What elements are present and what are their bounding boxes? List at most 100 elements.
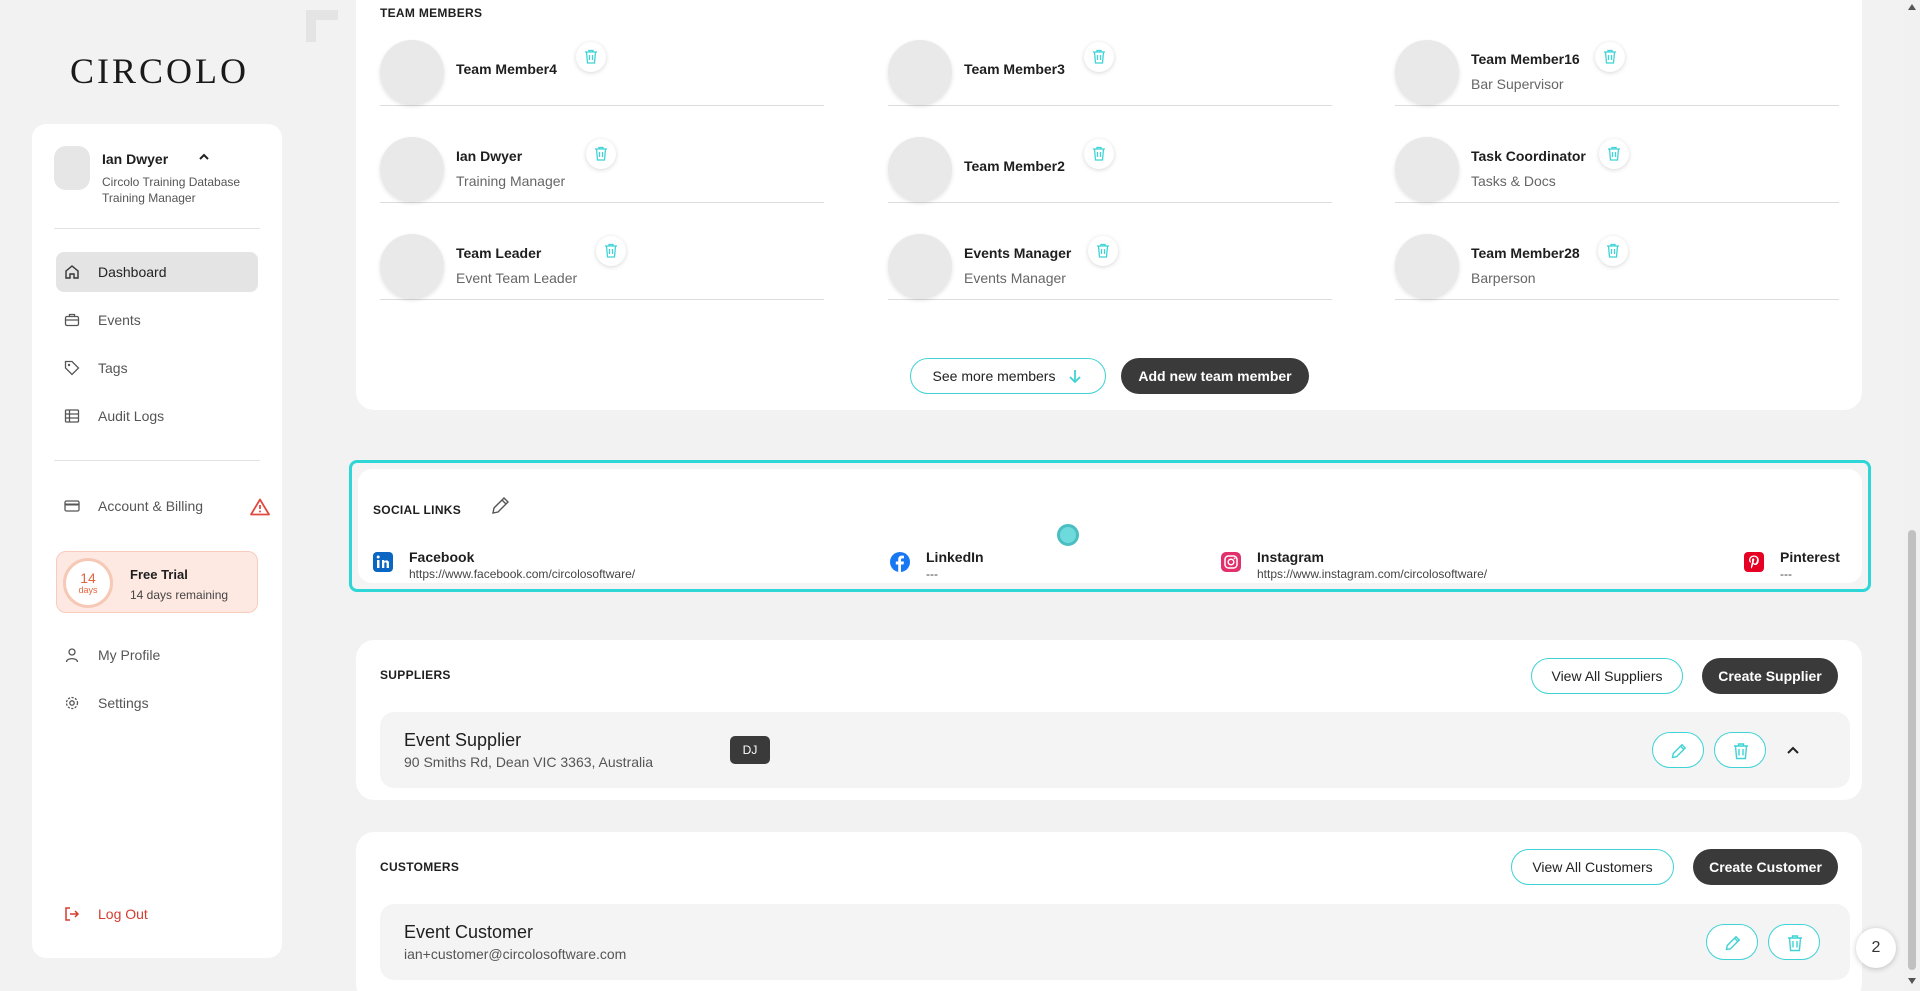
trash-icon xyxy=(1093,146,1105,161)
trash-icon xyxy=(1604,49,1616,64)
scroll-down-arrow[interactable] xyxy=(1908,978,1916,984)
delete-member-button[interactable] xyxy=(1084,139,1114,169)
avatar xyxy=(1395,137,1459,201)
avatar xyxy=(888,40,952,104)
supplier-name: Event Supplier xyxy=(404,730,522,750)
nav-events[interactable]: Events xyxy=(56,300,258,340)
member-name: Team Member3 xyxy=(964,61,1065,77)
member-role: Bar Supervisor xyxy=(1471,76,1564,92)
team-members-card: TEAM MEMBERS Team Member4 Team Member3 T… xyxy=(356,0,1862,410)
linkedin-icon xyxy=(373,552,393,572)
social-name: LinkedIn xyxy=(926,549,984,565)
trash-icon xyxy=(605,243,617,258)
edit-supplier-button[interactable] xyxy=(1652,732,1704,768)
delete-member-button[interactable] xyxy=(1599,139,1629,169)
nav-label: Settings xyxy=(98,695,149,711)
pencil-icon[interactable] xyxy=(489,495,511,517)
help-notification-button[interactable]: 2 xyxy=(1856,928,1896,968)
home-icon xyxy=(65,265,79,279)
avatar xyxy=(888,234,952,298)
avatar xyxy=(54,146,90,190)
scrollbar-thumb[interactable] xyxy=(1908,530,1916,970)
team-member-card[interactable]: Team Member2 xyxy=(888,123,1332,203)
nav-dashboard[interactable]: Dashboard xyxy=(56,252,258,292)
table-icon xyxy=(64,409,80,423)
team-member-card[interactable]: Team Member3 xyxy=(888,26,1332,106)
nav-my-profile[interactable]: My Profile xyxy=(56,635,258,675)
social-links-highlight: SOCIAL LINKS Facebook https://www.facebo… xyxy=(349,460,1871,592)
social-url: --- xyxy=(1780,567,1792,581)
trash-icon xyxy=(1734,743,1748,760)
team-member-card[interactable]: Team Member4 xyxy=(380,26,824,106)
member-name: Team Member16 xyxy=(1471,51,1580,67)
member-name: Team Member4 xyxy=(456,61,557,77)
see-more-members-button[interactable]: See more members xyxy=(910,358,1106,394)
member-role: Events Manager xyxy=(964,270,1066,286)
member-name: Ian Dwyer xyxy=(456,148,523,164)
delete-customer-button[interactable] xyxy=(1768,924,1820,960)
supplier-tag-badge: DJ xyxy=(730,736,770,764)
trash-icon xyxy=(1093,49,1105,64)
nav-label: Events xyxy=(98,312,141,328)
delete-member-button[interactable] xyxy=(1595,42,1625,72)
team-member-card[interactable]: Task Coordinator Tasks & Docs xyxy=(1395,123,1839,203)
arrow-down-icon xyxy=(1069,370,1082,384)
section-title: TEAM MEMBERS xyxy=(380,6,483,20)
supplier-address: 90 Smiths Rd, Dean VIC 3363, Australia xyxy=(404,754,654,770)
pencil-icon xyxy=(1725,935,1741,951)
delete-member-button[interactable] xyxy=(576,42,606,72)
view-all-customers-button[interactable]: View All Customers xyxy=(1511,849,1674,885)
supplier-row[interactable]: Event Supplier 90 Smiths Rd, Dean VIC 33… xyxy=(380,712,1850,788)
delete-member-button[interactable] xyxy=(1084,42,1114,72)
view-all-suppliers-button[interactable]: View All Suppliers xyxy=(1531,658,1683,694)
trash-icon xyxy=(1608,146,1620,161)
delete-member-button[interactable] xyxy=(596,236,626,266)
team-member-card[interactable]: Team Leader Event Team Leader xyxy=(380,220,824,300)
avatar xyxy=(380,40,444,104)
chevron-up-icon[interactable] xyxy=(1786,743,1800,757)
nav-label: Account & Billing xyxy=(98,498,204,514)
edit-customer-button[interactable] xyxy=(1706,924,1758,960)
delete-member-button[interactable] xyxy=(1088,236,1118,266)
avatar xyxy=(380,234,444,298)
user-profile-menu[interactable]: Ian Dwyer Circolo Training Database Train… xyxy=(54,146,264,216)
section-title: SOCIAL LINKS xyxy=(373,503,462,517)
nav-label: Tags xyxy=(98,360,128,376)
nav-audit-logs[interactable]: Audit Logs xyxy=(56,396,258,436)
suppliers-card: SUPPLIERS View All Suppliers Create Supp… xyxy=(356,640,1862,800)
delete-member-button[interactable] xyxy=(586,139,616,169)
trash-icon xyxy=(595,146,607,161)
free-trial-banner[interactable]: 14 days Free Trial 14 days remaining xyxy=(56,551,258,613)
nav-log-out[interactable]: Log Out xyxy=(56,894,258,934)
nav-settings[interactable]: Settings xyxy=(56,683,258,723)
customer-row[interactable]: Event Customer ian+customer@circolosoftw… xyxy=(380,904,1850,980)
create-supplier-button[interactable]: Create Supplier xyxy=(1702,658,1838,694)
section-title: CUSTOMERS xyxy=(380,860,460,874)
customer-email: ian+customer@circolosoftware.com xyxy=(404,946,627,962)
briefcase-icon xyxy=(64,313,80,327)
cursor-indicator xyxy=(1057,524,1079,546)
scroll-up-arrow[interactable] xyxy=(1908,4,1916,10)
add-new-team-member-button[interactable]: Add new team member xyxy=(1121,358,1309,394)
user-org: Circolo Training Database Training Manage… xyxy=(102,175,241,205)
team-member-card[interactable]: Team Member28 Barperson xyxy=(1395,220,1839,300)
tag-icon xyxy=(64,360,80,376)
team-member-card[interactable]: Events Manager Events Manager xyxy=(888,220,1332,300)
team-member-card[interactable]: Team Member16 Bar Supervisor xyxy=(1395,26,1839,106)
nav-tags[interactable]: Tags xyxy=(56,348,258,388)
trial-days-badge: 14 days xyxy=(63,558,113,608)
user-icon xyxy=(65,648,79,663)
social-name: Pinterest xyxy=(1780,549,1840,565)
nav-account-billing[interactable]: Account & Billing xyxy=(56,486,270,526)
instagram-icon xyxy=(1221,552,1241,572)
divider xyxy=(54,228,260,229)
create-customer-button[interactable]: Create Customer xyxy=(1693,849,1838,885)
member-name: Team Leader xyxy=(456,245,542,261)
chevron-up-icon[interactable] xyxy=(198,151,210,163)
team-member-card[interactable]: Ian Dwyer Training Manager xyxy=(380,123,824,203)
social-url: https://www.facebook.com/circolosoftware… xyxy=(409,567,636,581)
delete-member-button[interactable] xyxy=(1598,236,1628,266)
page-scrollbar[interactable] xyxy=(1904,0,1920,991)
delete-supplier-button[interactable] xyxy=(1714,732,1766,768)
trash-icon xyxy=(1788,935,1802,952)
